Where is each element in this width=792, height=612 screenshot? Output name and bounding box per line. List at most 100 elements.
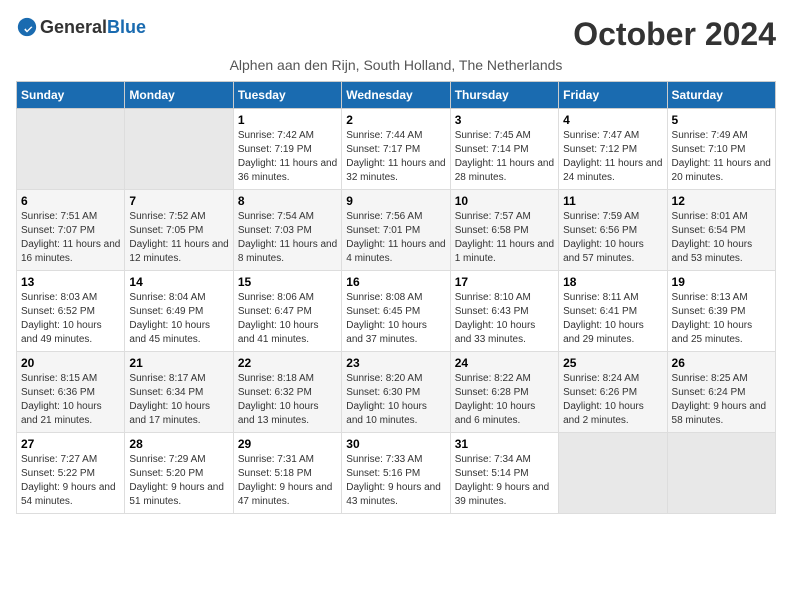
day-number: 7 — [129, 194, 228, 208]
day-number: 18 — [563, 275, 662, 289]
day-sunrise: Sunrise: 7:42 AM — [238, 129, 337, 143]
header-day-friday: Friday — [559, 82, 667, 109]
day-daylight: Daylight: 9 hours and 51 minutes. — [129, 481, 228, 509]
day-sunrise: Sunrise: 7:45 AM — [455, 129, 554, 143]
day-number: 16 — [346, 275, 445, 289]
day-daylight: Daylight: 10 hours and 33 minutes. — [455, 319, 554, 347]
day-number: 31 — [455, 437, 554, 451]
day-sunrise: Sunrise: 7:49 AM — [672, 129, 771, 143]
day-number: 5 — [672, 113, 771, 127]
day-sunset: Sunset: 5:18 PM — [238, 467, 337, 481]
day-number: 23 — [346, 356, 445, 370]
day-sunset: Sunset: 6:39 PM — [672, 305, 771, 319]
day-sunset: Sunset: 6:45 PM — [346, 305, 445, 319]
logo-blue: Blue — [107, 17, 146, 38]
day-sunset: Sunset: 7:19 PM — [238, 143, 337, 157]
day-cell: 29 Sunrise: 7:31 AM Sunset: 5:18 PM Dayl… — [233, 433, 341, 514]
day-cell: 5 Sunrise: 7:49 AM Sunset: 7:10 PM Dayli… — [667, 109, 775, 190]
day-daylight: Daylight: 10 hours and 41 minutes. — [238, 319, 337, 347]
calendar-table: SundayMondayTuesdayWednesdayThursdayFrid… — [16, 81, 776, 514]
day-cell: 19 Sunrise: 8:13 AM Sunset: 6:39 PM Dayl… — [667, 271, 775, 352]
day-number: 25 — [563, 356, 662, 370]
logo-icon — [16, 16, 38, 38]
day-cell: 14 Sunrise: 8:04 AM Sunset: 6:49 PM Dayl… — [125, 271, 233, 352]
day-cell — [17, 109, 125, 190]
day-sunrise: Sunrise: 8:13 AM — [672, 291, 771, 305]
day-sunrise: Sunrise: 7:56 AM — [346, 210, 445, 224]
day-sunrise: Sunrise: 8:25 AM — [672, 372, 771, 386]
day-sunset: Sunset: 6:56 PM — [563, 224, 662, 238]
day-daylight: Daylight: 10 hours and 37 minutes. — [346, 319, 445, 347]
day-daylight: Daylight: 11 hours and 8 minutes. — [238, 238, 337, 266]
day-cell: 3 Sunrise: 7:45 AM Sunset: 7:14 PM Dayli… — [450, 109, 558, 190]
day-cell: 21 Sunrise: 8:17 AM Sunset: 6:34 PM Dayl… — [125, 352, 233, 433]
day-sunrise: Sunrise: 8:08 AM — [346, 291, 445, 305]
day-sunset: Sunset: 6:47 PM — [238, 305, 337, 319]
day-sunset: Sunset: 7:03 PM — [238, 224, 337, 238]
day-sunrise: Sunrise: 8:17 AM — [129, 372, 228, 386]
day-sunset: Sunset: 6:41 PM — [563, 305, 662, 319]
day-cell: 9 Sunrise: 7:56 AM Sunset: 7:01 PM Dayli… — [342, 190, 450, 271]
day-sunrise: Sunrise: 8:18 AM — [238, 372, 337, 386]
day-sunset: Sunset: 5:14 PM — [455, 467, 554, 481]
logo: General Blue — [16, 16, 146, 38]
day-daylight: Daylight: 9 hours and 47 minutes. — [238, 481, 337, 509]
day-daylight: Daylight: 10 hours and 45 minutes. — [129, 319, 228, 347]
day-sunrise: Sunrise: 7:33 AM — [346, 453, 445, 467]
day-daylight: Daylight: 9 hours and 58 minutes. — [672, 400, 771, 428]
day-sunrise: Sunrise: 8:01 AM — [672, 210, 771, 224]
day-number: 2 — [346, 113, 445, 127]
day-sunset: Sunset: 6:32 PM — [238, 386, 337, 400]
day-cell: 20 Sunrise: 8:15 AM Sunset: 6:36 PM Dayl… — [17, 352, 125, 433]
day-number: 8 — [238, 194, 337, 208]
day-cell — [125, 109, 233, 190]
day-number: 14 — [129, 275, 228, 289]
day-number: 30 — [346, 437, 445, 451]
day-number: 24 — [455, 356, 554, 370]
day-daylight: Daylight: 10 hours and 2 minutes. — [563, 400, 662, 428]
day-cell: 30 Sunrise: 7:33 AM Sunset: 5:16 PM Dayl… — [342, 433, 450, 514]
day-sunrise: Sunrise: 7:51 AM — [21, 210, 120, 224]
day-cell — [667, 433, 775, 514]
day-cell: 26 Sunrise: 8:25 AM Sunset: 6:24 PM Dayl… — [667, 352, 775, 433]
day-daylight: Daylight: 10 hours and 25 minutes. — [672, 319, 771, 347]
title-section: October 2024 — [573, 16, 776, 53]
day-number: 10 — [455, 194, 554, 208]
month-year-title: October 2024 — [573, 16, 776, 53]
day-sunrise: Sunrise: 8:03 AM — [21, 291, 120, 305]
week-row-0: 1 Sunrise: 7:42 AM Sunset: 7:19 PM Dayli… — [17, 109, 776, 190]
day-daylight: Daylight: 10 hours and 29 minutes. — [563, 319, 662, 347]
header-day-sunday: Sunday — [17, 82, 125, 109]
day-daylight: Daylight: 9 hours and 39 minutes. — [455, 481, 554, 509]
calendar-body: 1 Sunrise: 7:42 AM Sunset: 7:19 PM Dayli… — [17, 109, 776, 514]
day-daylight: Daylight: 10 hours and 13 minutes. — [238, 400, 337, 428]
day-cell: 15 Sunrise: 8:06 AM Sunset: 6:47 PM Dayl… — [233, 271, 341, 352]
day-daylight: Daylight: 10 hours and 6 minutes. — [455, 400, 554, 428]
day-daylight: Daylight: 11 hours and 12 minutes. — [129, 238, 228, 266]
day-number: 26 — [672, 356, 771, 370]
day-sunset: Sunset: 6:28 PM — [455, 386, 554, 400]
day-daylight: Daylight: 10 hours and 57 minutes. — [563, 238, 662, 266]
day-daylight: Daylight: 11 hours and 20 minutes. — [672, 157, 771, 185]
day-sunset: Sunset: 6:52 PM — [21, 305, 120, 319]
day-number: 4 — [563, 113, 662, 127]
header-day-thursday: Thursday — [450, 82, 558, 109]
day-sunset: Sunset: 6:43 PM — [455, 305, 554, 319]
day-number: 6 — [21, 194, 120, 208]
day-sunrise: Sunrise: 8:04 AM — [129, 291, 228, 305]
day-sunrise: Sunrise: 7:44 AM — [346, 129, 445, 143]
day-number: 22 — [238, 356, 337, 370]
day-sunrise: Sunrise: 7:47 AM — [563, 129, 662, 143]
day-cell — [559, 433, 667, 514]
day-daylight: Daylight: 11 hours and 32 minutes. — [346, 157, 445, 185]
day-sunrise: Sunrise: 8:06 AM — [238, 291, 337, 305]
day-number: 11 — [563, 194, 662, 208]
day-daylight: Daylight: 10 hours and 49 minutes. — [21, 319, 120, 347]
day-sunset: Sunset: 5:20 PM — [129, 467, 228, 481]
day-daylight: Daylight: 9 hours and 54 minutes. — [21, 481, 120, 509]
day-daylight: Daylight: 10 hours and 17 minutes. — [129, 400, 228, 428]
week-row-4: 27 Sunrise: 7:27 AM Sunset: 5:22 PM Dayl… — [17, 433, 776, 514]
day-daylight: Daylight: 11 hours and 24 minutes. — [563, 157, 662, 185]
day-number: 17 — [455, 275, 554, 289]
day-sunrise: Sunrise: 8:24 AM — [563, 372, 662, 386]
